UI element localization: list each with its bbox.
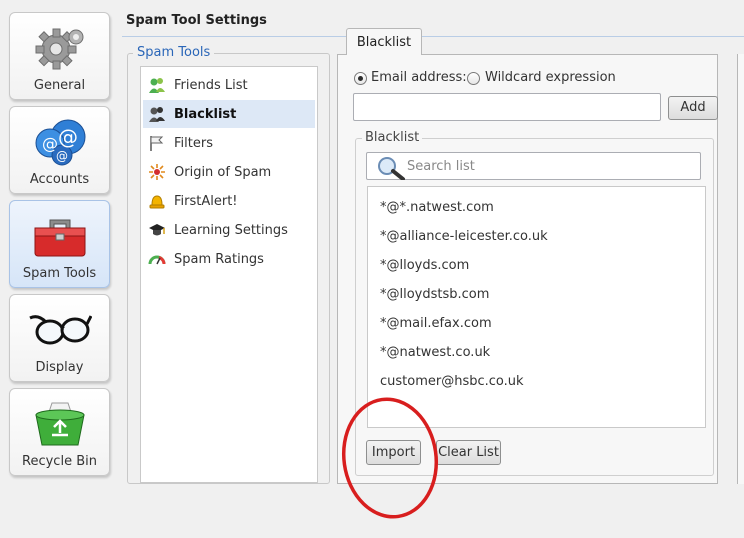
spam-tools-list: Friends List Blacklist Filters Origin of… bbox=[140, 66, 318, 483]
category-accounts[interactable]: @ @ @ Accounts bbox=[9, 106, 110, 194]
search-placeholder: Search list bbox=[407, 159, 475, 174]
spam-tool-firstalert[interactable]: FirstAlert! bbox=[143, 187, 315, 215]
section-divider bbox=[122, 36, 744, 37]
blacklist-icon bbox=[148, 105, 166, 123]
category-recycle-bin[interactable]: Recycle Bin bbox=[9, 388, 110, 476]
spam-tool-label: Spam Ratings bbox=[174, 251, 264, 267]
spam-tool-friends-list[interactable]: Friends List bbox=[143, 71, 315, 99]
toolbox-icon bbox=[10, 209, 109, 263]
friends-icon bbox=[148, 76, 166, 94]
section-title: Spam Tool Settings bbox=[126, 13, 267, 28]
search-list-input[interactable]: Search list bbox=[366, 152, 701, 181]
svg-text:@: @ bbox=[56, 149, 68, 163]
filter-flag-icon bbox=[148, 134, 166, 152]
list-item[interactable]: *@lloyds.com bbox=[380, 258, 469, 273]
gear-icon bbox=[10, 21, 109, 75]
gauge-icon bbox=[148, 250, 166, 268]
blacklist-entry-input[interactable] bbox=[353, 93, 661, 121]
blacklist-entries-list[interactable]: *@*.natwest.com *@alliance-leicester.co.… bbox=[367, 186, 706, 428]
graduation-cap-icon bbox=[148, 221, 166, 239]
spam-tool-origin-of-spam[interactable]: Origin of Spam bbox=[143, 158, 315, 186]
search-icon bbox=[373, 156, 407, 184]
list-item[interactable]: *@mail.efax.com bbox=[380, 316, 492, 331]
email-address-radio[interactable] bbox=[354, 72, 367, 85]
spam-tool-label: FirstAlert! bbox=[174, 193, 238, 209]
wildcard-expression-radio[interactable] bbox=[467, 72, 480, 85]
category-general[interactable]: General bbox=[9, 12, 110, 100]
spam-tool-label: Blacklist bbox=[174, 106, 237, 122]
list-item[interactable]: *@lloydstsb.com bbox=[380, 287, 489, 302]
spam-tool-spam-ratings[interactable]: Spam Ratings bbox=[143, 245, 315, 273]
wildcard-expression-label: Wildcard expression bbox=[485, 70, 616, 85]
category-label: Accounts bbox=[29, 172, 90, 187]
spam-tools-legend: Spam Tools bbox=[133, 45, 215, 60]
spam-tool-learning-settings[interactable]: Learning Settings bbox=[143, 216, 315, 244]
category-label: Recycle Bin bbox=[22, 454, 97, 469]
category-label: Display bbox=[35, 360, 84, 375]
spam-tool-label: Filters bbox=[174, 135, 213, 151]
list-item[interactable]: customer@hsbc.co.uk bbox=[380, 374, 524, 389]
recycle-bin-icon bbox=[10, 397, 109, 451]
spam-tool-label: Learning Settings bbox=[174, 222, 288, 238]
spam-tool-blacklist[interactable]: Blacklist bbox=[143, 100, 315, 128]
alert-bell-icon bbox=[148, 192, 166, 210]
highlight-circle-annotation bbox=[341, 397, 439, 519]
category-spam-tools[interactable]: Spam Tools bbox=[9, 200, 110, 288]
email-address-label: Email address: bbox=[371, 70, 467, 85]
origin-burst-icon bbox=[148, 163, 166, 181]
clear-list-button[interactable]: Clear List bbox=[436, 440, 501, 465]
blacklist-legend: Blacklist bbox=[362, 130, 423, 145]
list-item[interactable]: *@*.natwest.com bbox=[380, 200, 494, 215]
spam-tool-label: Origin of Spam bbox=[174, 164, 272, 180]
email-at-icon: @ @ @ bbox=[10, 115, 109, 169]
category-label: Spam Tools bbox=[22, 266, 97, 281]
spam-tool-filters[interactable]: Filters bbox=[143, 129, 315, 157]
category-display[interactable]: Display bbox=[9, 294, 110, 382]
adjacent-panel-edge bbox=[737, 54, 744, 484]
list-item[interactable]: *@natwest.co.uk bbox=[380, 345, 490, 360]
tab-blacklist[interactable]: Blacklist bbox=[346, 28, 422, 55]
spam-tool-label: Friends List bbox=[174, 77, 248, 93]
glasses-icon bbox=[10, 303, 109, 357]
svg-text:@: @ bbox=[58, 125, 78, 149]
add-button[interactable]: Add bbox=[668, 96, 718, 120]
list-item[interactable]: *@alliance-leicester.co.uk bbox=[380, 229, 548, 244]
category-label: General bbox=[33, 78, 86, 93]
